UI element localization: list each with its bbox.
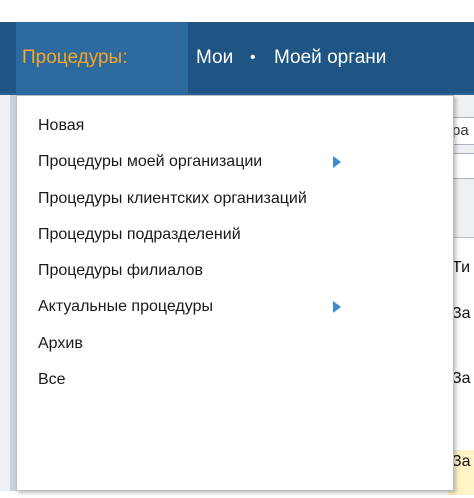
menu-item-label: Новая <box>38 117 85 134</box>
table-row[interactable]: За <box>452 305 471 323</box>
menu-item-label: Процедуры моей организации <box>38 153 263 170</box>
table-header-type: Ти <box>452 259 471 276</box>
menu-item-all[interactable]: Все <box>17 363 453 399</box>
submenu-arrow-icon <box>333 301 341 313</box>
menu-item-branches[interactable]: Процедуры филиалов <box>17 254 453 290</box>
filter-field-text: ра <box>452 122 469 139</box>
nav-my-organization-link[interactable]: Моей органи <box>274 46 386 70</box>
table-row[interactable]: За <box>452 453 471 471</box>
menu-item-label: Архив <box>38 335 83 352</box>
nav-mine-link[interactable]: Мои <box>196 46 233 70</box>
menu-item-label: Все <box>38 371 66 388</box>
menu-item-archive[interactable]: Архив <box>17 327 453 363</box>
menu-item-departments[interactable]: Процедуры подразделений <box>17 218 453 254</box>
procedures-dropdown-menu: Новая Процедуры моей организации Процеду… <box>16 95 454 491</box>
nav-procedures-label[interactable]: Процедуры: <box>22 46 127 70</box>
menu-item-label: Процедуры подразделений <box>38 226 241 243</box>
menu-item-label: Процедуры клиентских организаций <box>38 190 307 207</box>
menu-item-client-organizations[interactable]: Процедуры клиентских организаций <box>17 182 453 218</box>
menu-item-label: Актуальные процедуры <box>38 298 213 315</box>
top-strip <box>0 0 474 22</box>
nav-separator: • <box>250 49 256 66</box>
table-row[interactable]: За <box>452 370 471 388</box>
menu-item-actual-procedures[interactable]: Актуальные процедуры <box>17 290 453 326</box>
navigation-bar: Процедуры: Мои • Моей органи <box>0 22 474 95</box>
submenu-arrow-icon <box>333 156 341 168</box>
menu-item-my-organization[interactable]: Процедуры моей организации <box>17 145 453 181</box>
menu-item-new[interactable]: Новая <box>17 109 453 145</box>
menu-item-label: Процедуры филиалов <box>38 262 204 279</box>
